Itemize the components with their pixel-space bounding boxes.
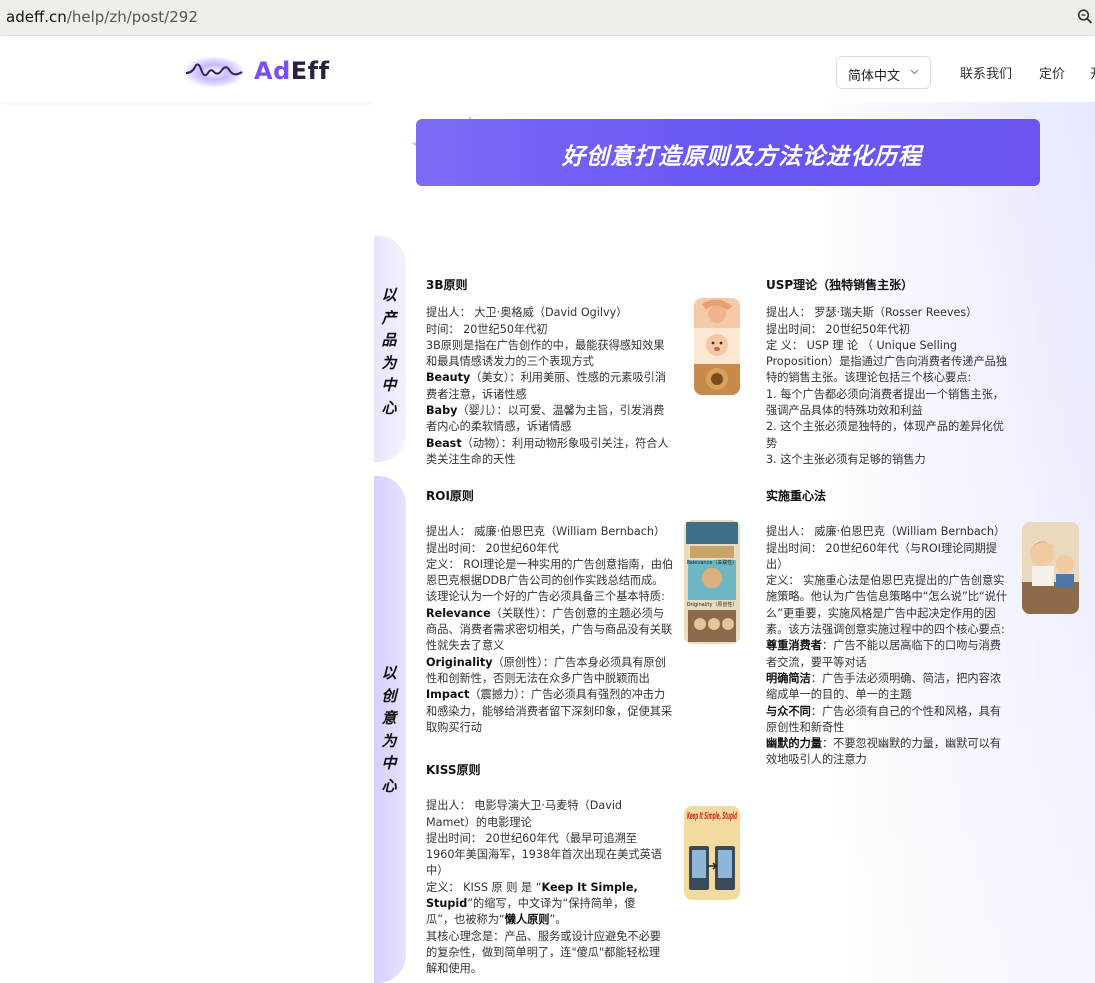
card-3b-principle: 3B原则 提出人： 大卫·奥格威（David Ogilvy） 时间： 20世纪5… [426,277,674,468]
logo-prefix: Ad [254,57,291,85]
card-title: USP理论（独特销售主张） [766,278,914,292]
nav-contact-link[interactable]: 联系我们 [960,63,1012,82]
card-line: 1. 每个广告都必须向消费者提出一个销售主张，强调产品具体的特殊功效和利益 [766,387,1004,418]
nav-pricing-link[interactable]: 定价 [1039,63,1065,82]
url-text[interactable]: adeff.cn/help/zh/post/292 [6,8,198,26]
language-value: 简体中文 [848,69,901,84]
card-item: Relevance（关联性）：广告创意的主题必须与商品、消费者需求密切相关，广告… [426,606,674,655]
card-execution-focus: 实施重心法 提出人： 威廉·伯恩巴克（William Bernbach） 提出时… [766,488,1012,769]
3b-thumbnail-image [694,298,740,395]
url-path: /help/zh/post/292 [66,8,198,26]
item-text: （婴儿）：以可爱、温馨为主旨，引发消费者内心的柔软情感，诉诸情感 [426,404,665,434]
card-line: 定义： ROI理论是一种实用的广告创意指南，由伯恩巴克根据DDB广告公司的创作实… [426,557,674,604]
item-text: （动物）：利用动物形象吸引关注，符合人类关注生命的天性 [426,436,669,466]
card-line: 其核心理念是：产品、服务或设计应避免不必要的复杂性，做到简单明了，连"傻瓜"都能… [426,929,661,976]
roi-thumb-label: Relevance（关联性） [687,559,738,566]
item-term: 尊重消费者 [766,639,822,653]
item-term: Beauty [426,371,471,385]
side-tab-creative-label: 以创意为中心 [381,664,397,795]
card-title: KISS原则 [426,763,481,777]
card-line: 3. 这个主张必须有足够的销售力 [766,452,926,466]
article-banner: 好创意打造原则及方法论进化历程 [416,119,1040,186]
card-line: 提出时间： 20世纪60年代（与ROI理论同期提出） [766,541,997,571]
card-line: 提出人： 威廉·伯恩巴克（William Bernbach） [766,525,1006,539]
logo-suffix: Eff [290,57,330,85]
card-item: Originality（原创性）：广告本身必须具有原创性和创新性，否则无法在众多… [426,655,674,688]
kiss-thumbnail-image: Keep It Simple, Stupid [684,806,740,900]
url-host: adeff.cn [6,8,67,26]
zoom-icon[interactable] [1077,8,1093,26]
card-line: 提出人： 电影导演大卫·马麦特（David Mamet）的电影理论 [426,799,623,829]
card-item: Beast（动物）：利用动物形象吸引关注，符合人类关注生命的天性 [426,436,674,469]
roi-thumb-label: Originality（原创性） [687,601,738,608]
card-item: Beauty（美女）：利用美丽、性感的元素吸引消费者注意，诉诸性感 [426,370,674,403]
def-text: 定义： KISS 原 则 是 “ [426,880,542,894]
card-item: 明确简洁：广告手法必须明确、简洁，把内容浓缩成单一的目的、单一的主题 [766,671,1012,704]
card-title: 实施重心法 [766,489,827,503]
card-line: 定义： 实施重心法是伯恩巴克提出的广告创意实施策略。他认为广告信息策略中“怎么说… [766,574,1008,637]
site-header: AdEff 简体中文 联系我们 定价 开 [0,36,1095,102]
card-usp-theory: USP理论（独特销售主张） 提出人： 罗瑟·瑞夫斯（Rosser Reeves）… [766,277,1012,468]
def-term: 懒人原则 [504,913,550,927]
item-term: 明确简洁 [766,671,811,685]
item-term: Relevance [426,606,491,620]
card-item: 幽默的力量：不要忽视幽默的力量，幽默可以有效地吸引人的注意力 [766,736,1012,769]
card-line: 2. 这个主张必须是独特的，体现产品的差异化优势 [766,420,1004,450]
banner-title: 好创意打造原则及方法论进化历程 [562,144,922,170]
side-tab-product: 以产品为中心 [374,236,406,462]
chevron-down-icon [910,69,919,75]
roi-thumbnail-image: Relevance（关联性） Originality（原创性） [684,520,740,644]
logo-wave-icon[interactable] [182,55,246,89]
item-term: Originality [426,655,493,669]
side-tab-product-label: 以产品为中心 [381,286,397,417]
card-item: 尊重消费者：广告不能以居高临下的口吻与消费者交流，要平等对话 [766,638,1012,671]
card-line: 时间： 20世纪50年代初 [426,322,548,336]
card-line: 提出时间： 20世纪60年代 [426,541,559,555]
execution-thumbnail-image [1022,522,1079,614]
card-line: 3B原则是指在广告创作的中，最能获得感知效果和最具情感诱发力的三个表现方式 [426,338,665,369]
card-line: 提出时间： 20世纪60年代（最早可追溯至1960年美国海军，1938年首次出现… [426,831,662,878]
card-line: 提出人： 罗瑟·瑞夫斯（Rosser Reeves） [766,306,978,320]
logo-text[interactable]: AdEff [254,57,330,85]
card-definition: 定义： KISS 原 则 是 “Keep It Simple, Stupid”的… [426,880,662,929]
item-term: 与众不同 [766,704,811,718]
card-item: Baby（婴儿）：以可爱、温馨为主旨，引发消费者内心的柔软情感，诉诸情感 [426,403,674,436]
item-term: 幽默的力量 [766,737,822,751]
browser-address-bar[interactable]: adeff.cn/help/zh/post/292 [0,0,1095,36]
card-title: 3B原则 [426,278,468,292]
card-line: 定 义： USP 理 论 （ Unique Selling Propositio… [766,338,1008,385]
language-select[interactable]: 简体中文 [836,56,931,89]
kiss-thumb-text: Keep It Simple, Stupid [687,811,737,822]
card-line: 提出人： 威廉·伯恩巴克（William Bernbach） [426,525,666,539]
card-line: 提出人： 大卫·奥格威（David Ogilvy） [426,306,628,320]
item-term: Impact [426,688,470,702]
card-roi-principle: ROI原则 提出人： 威廉·伯恩巴克（William Bernbach） 提出时… [426,488,674,736]
def-text: ”。 [549,913,567,927]
side-tab-creative: 以创意为中心 [374,476,406,983]
nav-overflow-link[interactable]: 开 [1090,63,1095,82]
card-line: 提出时间： 20世纪50年代初 [766,322,910,336]
card-item: Impact（震撼力）：广告必须具有强烈的冲击力和感染力，能够给消费者留下深刻印… [426,687,674,736]
item-term: Baby [426,404,458,418]
item-term: Beast [426,436,462,450]
card-kiss-principle: KISS原则 提出人： 电影导演大卫·马麦特（David Mamet）的电影理论… [426,762,662,978]
card-title: ROI原则 [426,489,474,503]
card-item: 与众不同：广告必须有自己的个性和风格，具有原创性和新奇性 [766,704,1012,737]
